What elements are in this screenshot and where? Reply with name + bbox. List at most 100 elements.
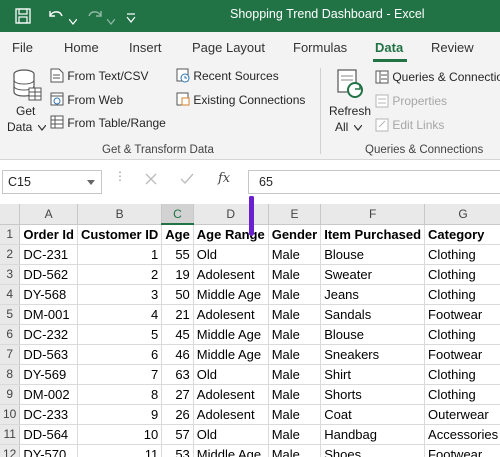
cell-d3[interactable]: Adolesent [193, 264, 269, 285]
tab-insert[interactable]: Insert [129, 40, 162, 55]
enter-icon[interactable] [180, 172, 194, 191]
cell-e3[interactable]: Male [268, 264, 322, 285]
cell-a1[interactable]: Order Id [19, 224, 78, 245]
cell-b2[interactable]: 1 [77, 244, 163, 265]
row-header[interactable]: 11 [0, 424, 21, 445]
refresh-all-dropdown[interactable]: All [335, 120, 363, 134]
cell-b3[interactable]: 2 [77, 264, 163, 285]
cell-e4[interactable]: Male [268, 284, 322, 305]
customize-toolbar-icon[interactable] [126, 10, 136, 28]
cell-e11[interactable]: Male [268, 424, 322, 445]
properties-button[interactable]: Properties [375, 94, 447, 108]
cell-a3[interactable]: DD-562 [19, 264, 78, 285]
cell-d7[interactable]: Middle Age [193, 344, 269, 365]
cell-b8[interactable]: 7 [77, 364, 163, 385]
formula-input[interactable]: 65 [248, 170, 500, 194]
splitter-dots-icon[interactable]: ⋮ [114, 170, 126, 182]
cell-b12[interactable]: 11 [77, 444, 163, 457]
get-data-dropdown[interactable]: Data [7, 120, 47, 134]
cell-c3[interactable]: 19 [161, 264, 194, 285]
select-all-corner[interactable] [0, 204, 21, 225]
cell-c6[interactable]: 45 [161, 324, 194, 345]
cell-c9[interactable]: 27 [161, 384, 194, 405]
undo-dropdown-icon[interactable] [68, 12, 78, 30]
cell-f3[interactable]: Sweater [320, 264, 426, 285]
cell-g10[interactable]: Outerwear [424, 404, 500, 425]
cell-g12[interactable]: Footwear [424, 444, 500, 457]
cell-b11[interactable]: 10 [77, 424, 163, 445]
cell-d5[interactable]: Adolesent [193, 304, 269, 325]
column-header-f[interactable]: F [320, 204, 426, 225]
cell-g9[interactable]: Clothing [424, 384, 500, 405]
cell-g6[interactable]: Clothing [424, 324, 500, 345]
redo-dropdown-icon[interactable] [106, 12, 116, 30]
cell-f9[interactable]: Shorts [320, 384, 426, 405]
column-header-b[interactable]: B [77, 204, 163, 225]
cell-e6[interactable]: Male [268, 324, 322, 345]
cell-a9[interactable]: DM-002 [19, 384, 78, 405]
cell-d11[interactable]: Old [193, 424, 269, 445]
cell-d2[interactable]: Old [193, 244, 269, 265]
cell-b9[interactable]: 8 [77, 384, 163, 405]
cell-d9[interactable]: Adolesent [193, 384, 269, 405]
row-header[interactable]: 10 [0, 404, 21, 425]
cell-b1[interactable]: Customer ID [77, 224, 163, 245]
cell-a4[interactable]: DY-568 [19, 284, 78, 305]
cell-f6[interactable]: Blouse [320, 324, 426, 345]
cell-g11[interactable]: Accessories [424, 424, 500, 445]
cell-g2[interactable]: Clothing [424, 244, 500, 265]
cell-g4[interactable]: Clothing [424, 284, 500, 305]
cell-f12[interactable]: Shoes [320, 444, 426, 457]
cell-d10[interactable]: Adolesent [193, 404, 269, 425]
recent-sources-button[interactable]: Recent Sources [176, 68, 279, 83]
cell-c11[interactable]: 57 [161, 424, 194, 445]
cell-c1[interactable]: Age [161, 224, 194, 245]
cell-a6[interactable]: DC-232 [19, 324, 78, 345]
cell-f11[interactable]: Handbag [320, 424, 426, 445]
cell-e12[interactable]: Male [268, 444, 322, 457]
cell-d12[interactable]: Middle Age [193, 444, 269, 457]
column-header-e[interactable]: E [268, 204, 322, 225]
redo-icon[interactable] [85, 7, 105, 30]
tab-page-layout[interactable]: Page Layout [192, 40, 265, 55]
cell-a11[interactable]: DD-564 [19, 424, 78, 445]
cancel-icon[interactable] [144, 172, 158, 191]
save-icon[interactable] [14, 7, 32, 30]
cell-f2[interactable]: Blouse [320, 244, 426, 265]
column-header-a[interactable]: A [19, 204, 78, 225]
cell-f1[interactable]: Item Purchased [320, 224, 426, 245]
cell-f4[interactable]: Jeans [320, 284, 426, 305]
cell-d6[interactable]: Middle Age [193, 324, 269, 345]
column-header-g[interactable]: G [424, 204, 500, 225]
cell-b10[interactable]: 9 [77, 404, 163, 425]
cell-g1[interactable]: Category [424, 224, 500, 245]
cell-d1[interactable]: Age Range [193, 224, 269, 245]
row-header[interactable]: 4 [0, 284, 21, 305]
tab-review[interactable]: Review [431, 40, 474, 55]
cell-c8[interactable]: 63 [161, 364, 194, 385]
cell-a2[interactable]: DC-231 [19, 244, 78, 265]
cell-e5[interactable]: Male [268, 304, 322, 325]
cell-b6[interactable]: 5 [77, 324, 163, 345]
cell-e7[interactable]: Male [268, 344, 322, 365]
cell-g3[interactable]: Clothing [424, 264, 500, 285]
cell-g8[interactable]: Clothing [424, 364, 500, 385]
cell-b4[interactable]: 3 [77, 284, 163, 305]
row-header[interactable]: 5 [0, 304, 21, 325]
cell-f8[interactable]: Shirt [320, 364, 426, 385]
column-header-d[interactable]: D [193, 204, 269, 225]
cell-d8[interactable]: Old [193, 364, 269, 385]
row-header[interactable]: 1 [0, 224, 21, 245]
insert-function-icon[interactable]: fx [218, 171, 230, 186]
cell-c5[interactable]: 21 [161, 304, 194, 325]
row-header[interactable]: 7 [0, 344, 21, 365]
row-header[interactable]: 6 [0, 324, 21, 345]
cell-c2[interactable]: 55 [161, 244, 194, 265]
cell-b7[interactable]: 6 [77, 344, 163, 365]
worksheet-grid[interactable]: A B C D E F G 1 Order Id Customer ID Age Age Range G… [0, 204, 500, 457]
queries-connections-button[interactable]: Queries & Connections [375, 70, 500, 84]
tab-data[interactable]: Data [375, 40, 403, 55]
cell-e10[interactable]: Male [268, 404, 322, 425]
cell-a5[interactable]: DM-001 [19, 304, 78, 325]
undo-icon[interactable] [46, 7, 66, 30]
